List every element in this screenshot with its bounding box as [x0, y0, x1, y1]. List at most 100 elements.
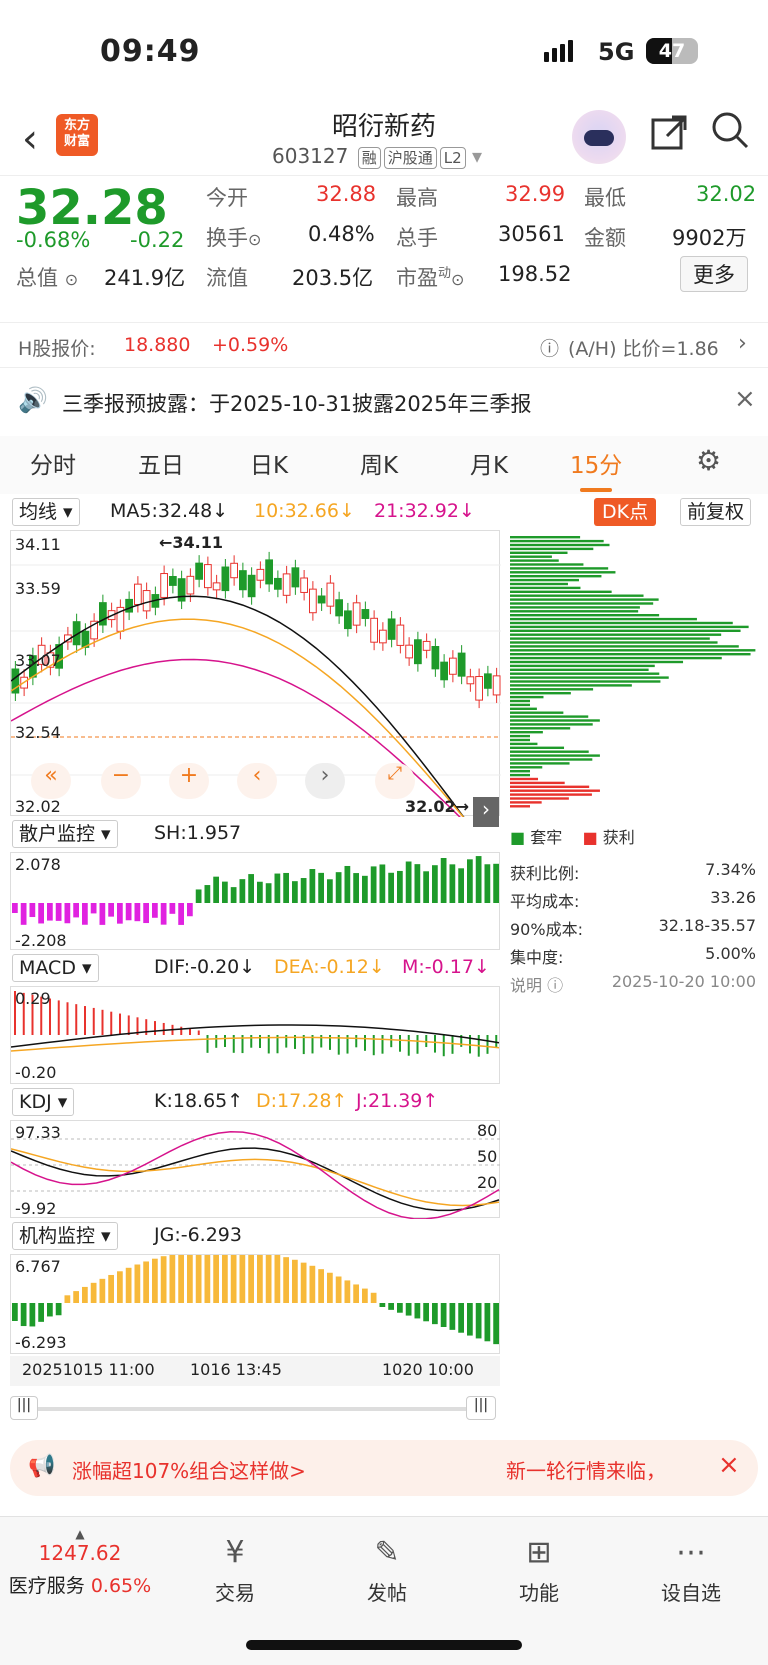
- retail-bar: [195, 889, 202, 903]
- kdj-max: 97.33: [15, 1123, 61, 1142]
- retail-bar: [204, 885, 211, 903]
- inst-bar: [38, 1303, 44, 1322]
- stock-code-row[interactable]: 603127 融沪股通 L2 ▾: [272, 144, 482, 169]
- candle: [195, 562, 203, 580]
- retail-bar: [283, 872, 289, 903]
- chip-bar: [510, 766, 543, 769]
- inst-bar: [362, 1288, 368, 1303]
- promo-banner[interactable]: 📢 涨幅超107%组合这样做> 新一轮行情来临， ×: [10, 1440, 758, 1496]
- open-label: 今开: [206, 186, 248, 210]
- x-axis: 20251015 11:00 1016 13:45 1020 10:00: [10, 1356, 500, 1386]
- gear-icon[interactable]: ⚙: [696, 444, 721, 477]
- indicator-select[interactable]: 均线 ▾: [12, 498, 80, 526]
- concentration-value: 5.00%: [705, 944, 756, 963]
- h-share-row[interactable]: H股报价: 18.880 +0.59% ⓘ (A/H) 比价=1.86 ›: [0, 322, 768, 368]
- chip-bar: [510, 598, 659, 601]
- scroll-left-fast-icon[interactable]: «: [31, 763, 71, 799]
- close-icon[interactable]: ×: [734, 384, 756, 414]
- inst-select[interactable]: 机构监控 ▾: [12, 1222, 118, 1250]
- tab-15min[interactable]: 15分: [570, 446, 622, 492]
- notice-banner[interactable]: 🔊 三季报预披露：于2025-10-31披露2025年三季报 ×: [0, 372, 768, 432]
- d-line: [10, 1148, 500, 1207]
- chip-bar: [510, 750, 589, 753]
- tab-weekly-k[interactable]: 周K: [360, 446, 398, 480]
- inst-bar: [414, 1303, 421, 1319]
- edit-icon: ✎: [374, 1535, 400, 1570]
- chip-bar: [510, 699, 530, 703]
- retail-bar: [467, 859, 473, 903]
- candle: [466, 676, 475, 685]
- tab-monthly-k[interactable]: 月K: [470, 446, 508, 480]
- scroller-left-handle[interactable]: |||: [10, 1396, 38, 1420]
- close-icon[interactable]: ×: [718, 1450, 740, 1480]
- chip-bar: [510, 625, 749, 629]
- retail-chart: [12, 856, 499, 925]
- candle: [422, 640, 431, 651]
- retail-bar: [248, 874, 254, 903]
- chip-bar: [510, 641, 718, 644]
- kline-panel[interactable]: 34.11 33.59 33.07 32.54 32.02 ←34.11 32.…: [10, 530, 501, 827]
- candle: [475, 676, 483, 701]
- retail-bar: [309, 869, 316, 903]
- nav-add-watchlist[interactable]: ⋯ 设自选: [636, 1535, 746, 1606]
- tab-intraday[interactable]: 分时: [30, 446, 76, 480]
- zoom-in-icon[interactable]: +: [169, 763, 209, 799]
- candle: [317, 595, 326, 604]
- k-line: [10, 1147, 500, 1212]
- level2-tag: L2: [439, 147, 466, 169]
- ai-assistant-icon[interactable]: [572, 110, 626, 164]
- chip-bar: [510, 695, 544, 699]
- inst-bar: [125, 1267, 132, 1303]
- grid-icon: ⊞: [526, 1535, 552, 1570]
- retail-select[interactable]: 散户监控 ▾: [12, 820, 118, 848]
- x-label-1: 1016 13:45: [190, 1360, 282, 1379]
- retail-bar: [493, 863, 499, 903]
- scroll-left-icon[interactable]: ‹: [237, 763, 277, 799]
- chip-bar: [510, 590, 612, 593]
- expand-icon[interactable]: ⤢: [375, 763, 415, 799]
- share-icon[interactable]: [650, 114, 688, 161]
- inst-bar: [309, 1265, 316, 1303]
- candle: [379, 629, 387, 644]
- kdj-d: D:17.28↑: [256, 1090, 348, 1112]
- chevron-down-icon: ▾: [472, 144, 483, 168]
- time-scroller[interactable]: ||| |||: [10, 1396, 500, 1422]
- search-icon[interactable]: [710, 110, 750, 160]
- retail-bar: [160, 903, 167, 925]
- high-value: 32.99: [505, 182, 566, 206]
- inst-bar: [20, 1303, 27, 1327]
- retail-bar: [64, 903, 71, 924]
- macd-select[interactable]: MACD ▾: [12, 954, 99, 982]
- zoom-out-icon[interactable]: −: [101, 763, 141, 799]
- index-widget[interactable]: ▲ 1247.62 医疗服务 0.65%: [0, 1527, 160, 1598]
- retail-bar: [362, 875, 368, 903]
- dk-point-button[interactable]: DK点: [594, 498, 657, 526]
- scroll-right-icon[interactable]: ›: [305, 763, 345, 799]
- macd-min: -0.20: [15, 1063, 57, 1082]
- open-value: 32.88: [316, 182, 377, 206]
- scroller-right-handle[interactable]: |||: [466, 1396, 496, 1420]
- retail-panel: 2.078 -2.208: [10, 852, 500, 950]
- chip-bar: [510, 777, 539, 781]
- kdj-level-20: 20: [477, 1173, 498, 1192]
- chip-bar: [510, 789, 600, 792]
- chip-bar: [510, 547, 594, 551]
- tab-daily-k[interactable]: 日K: [250, 446, 288, 480]
- adjust-select[interactable]: 前复权: [680, 498, 752, 526]
- chip-bar: [510, 586, 581, 590]
- retail-bar: [292, 881, 298, 903]
- tab-5day[interactable]: 五日: [138, 446, 184, 480]
- more-button[interactable]: 更多: [680, 256, 748, 292]
- nav-functions[interactable]: ⊞ 功能: [484, 1535, 594, 1606]
- quote-panel: 32.28 -0.68% -0.22 总值 ⊙ 241.9亿 今开 32.88 …: [0, 178, 768, 320]
- inst-bar: [475, 1303, 482, 1339]
- candle: [449, 657, 457, 675]
- retail-bar: [388, 872, 394, 903]
- kdj-select[interactable]: KDJ ▾: [12, 1088, 75, 1116]
- retail-bar: [82, 903, 88, 925]
- help-icon[interactable]: ⓘ: [540, 334, 559, 361]
- nav-trade[interactable]: ¥ 交易: [180, 1535, 290, 1606]
- nav-post[interactable]: ✎ 发帖: [332, 1535, 442, 1606]
- macd-panel: 0.29 -0.20: [10, 986, 500, 1084]
- high-label: 最高: [396, 186, 438, 210]
